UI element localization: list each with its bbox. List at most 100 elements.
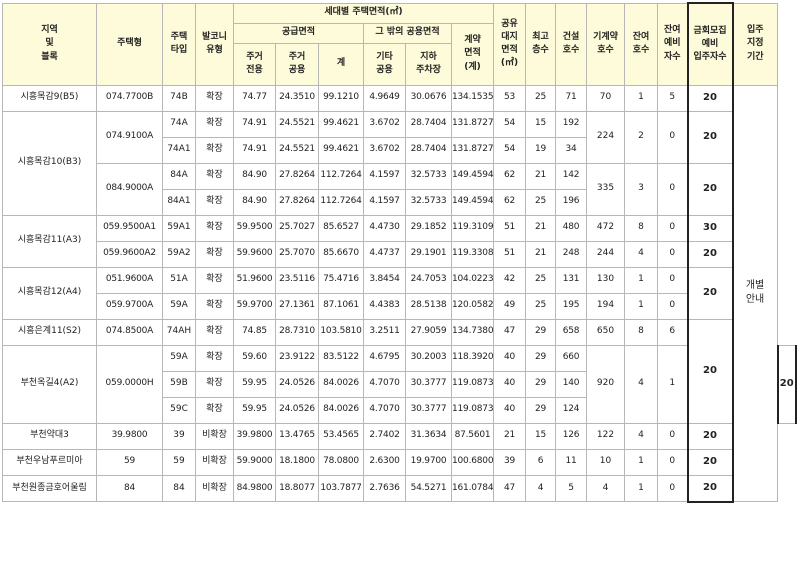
unit-type-cell: 59A	[162, 344, 196, 372]
land-cell: 53	[493, 84, 527, 112]
supply-total-cell: 85.6527	[318, 214, 364, 242]
col-group-area: 세대별 주택면적(㎡)	[232, 2, 495, 24]
recruit-reserve-cell: 20	[686, 422, 734, 450]
parking-cell: 30.3777	[405, 370, 452, 398]
res-common-cell: 18.1800	[275, 448, 319, 476]
region-cell: 부천약대3	[2, 422, 97, 450]
other-common-cell: 4.6795	[363, 344, 406, 372]
res-common-cell: 24.5521	[275, 136, 319, 164]
units-cell: 126	[555, 422, 588, 450]
col-land-share: 공유 대지 면적 (㎡)	[493, 2, 527, 86]
remaining-reserve-cell: 1	[657, 344, 689, 424]
supply-total-cell: 99.4621	[318, 136, 364, 164]
remaining-reserve-cell: 0	[657, 214, 689, 242]
res-common-cell: 27.1361	[275, 292, 319, 320]
supply-total-cell: 75.4716	[318, 266, 364, 294]
land-cell: 51	[493, 214, 527, 242]
other-common-cell: 2.6300	[363, 448, 406, 476]
res-common-cell: 23.5116	[275, 266, 319, 294]
col-group-supply: 공급면적	[233, 22, 364, 44]
remaining-reserve-cell: 0	[657, 292, 689, 320]
col-top-floor: 최고 층수	[525, 2, 557, 86]
remaining-units-cell: 1	[624, 474, 659, 502]
remaining-units-cell: 4	[624, 344, 659, 424]
unit-type-cell: 59A2	[162, 240, 196, 268]
table-row: 부천옥길4(A2) 059.0000H 59A 확장 59.60 23.9122 83.51…	[2, 344, 798, 424]
col-supply-total: 계	[318, 42, 364, 86]
recruit-reserve-cell: 30	[686, 214, 734, 242]
balcony-cell: 확장	[195, 370, 234, 398]
exclusive-cell: 59.9000	[233, 448, 276, 476]
housing-type-cell: 059.9500A1	[96, 214, 163, 242]
unit-type-cell: 59A	[162, 292, 196, 320]
remaining-reserve-cell: 0	[657, 240, 689, 268]
parking-cell: 32.5733	[405, 188, 452, 216]
units-cell: 660	[555, 344, 588, 372]
col-recruit-reserve: 금회모집 예비 입주자수	[686, 2, 734, 86]
balcony-cell: 비확장	[195, 422, 234, 450]
floors-cell: 15	[525, 422, 557, 450]
parking-cell: 30.2003	[405, 344, 452, 372]
remaining-units-cell: 4	[624, 422, 659, 450]
table-header: 지역 및 블록 주택형 주택 타입 발코니 유형 세대별 주택면적(㎡) 공유 …	[2, 2, 797, 86]
supply-total-cell: 84.0026	[318, 370, 364, 398]
exclusive-cell: 84.90	[233, 162, 276, 190]
balcony-cell: 확장	[195, 110, 234, 138]
col-existing-contract: 기계약 호수	[586, 2, 626, 86]
parking-cell: 30.0676	[405, 84, 452, 112]
remaining-reserve-cell: 0	[657, 474, 689, 502]
balcony-cell: 비확장	[195, 474, 234, 502]
parking-cell: 28.7404	[405, 136, 452, 164]
land-cell: 40	[493, 344, 527, 372]
unit-type-cell: 59C	[162, 396, 196, 424]
contract-cell: 149.4594	[450, 188, 495, 216]
land-cell: 47	[493, 318, 527, 346]
housing-type-cell: 059.9700A	[96, 292, 163, 320]
other-common-cell: 3.8454	[363, 266, 406, 294]
floors-cell: 19	[525, 136, 557, 164]
contract-cell: 161.0784	[450, 474, 495, 502]
region-cell: 시흥목감11(A3)	[2, 214, 97, 268]
unit-type-cell: 74B	[162, 84, 196, 112]
other-common-cell: 3.6702	[363, 110, 406, 138]
supply-total-cell: 103.7877	[318, 474, 364, 502]
units-cell: 71	[555, 84, 588, 112]
supply-total-cell: 103.5810	[318, 318, 364, 346]
units-cell: 34	[555, 136, 588, 164]
res-common-cell: 24.0526	[275, 370, 319, 398]
balcony-cell: 확장	[195, 188, 234, 216]
floors-cell: 6	[525, 448, 557, 476]
contract-cell: 87.5601	[450, 422, 495, 450]
housing-type-cell: 074.9100A	[96, 110, 163, 164]
balcony-cell: 확장	[195, 318, 234, 346]
supply-total-cell: 85.6670	[318, 240, 364, 268]
supply-total-cell: 87.1061	[318, 292, 364, 320]
col-exclusive: 주거 전용	[233, 42, 276, 86]
land-cell: 62	[493, 162, 527, 190]
land-cell: 54	[493, 110, 527, 138]
exclusive-cell: 74.91	[233, 110, 276, 138]
other-common-cell: 4.4383	[363, 292, 406, 320]
supply-total-cell: 84.0026	[318, 396, 364, 424]
col-other-common: 기타 공용	[363, 42, 406, 86]
recruit-reserve-cell: 20	[686, 84, 734, 112]
col-unit-type: 주택 타입	[162, 2, 196, 86]
unit-type-cell: 84	[162, 474, 196, 502]
contract-cell: 131.8727	[450, 110, 495, 138]
supply-total-cell: 99.4621	[318, 110, 364, 138]
unit-type-cell: 51A	[162, 266, 196, 294]
res-common-cell: 18.8077	[275, 474, 319, 502]
floors-cell: 25	[525, 292, 557, 320]
exclusive-cell: 59.60	[233, 344, 276, 372]
floors-cell: 4	[525, 474, 557, 502]
parking-cell: 29.1901	[405, 240, 452, 268]
other-common-cell: 4.9649	[363, 84, 406, 112]
exclusive-cell: 39.9800	[233, 422, 276, 450]
balcony-cell: 확장	[195, 292, 234, 320]
unit-type-cell: 84A	[162, 162, 196, 190]
balcony-cell: 비확장	[195, 448, 234, 476]
contract-cell: 134.1535	[450, 84, 495, 112]
recruit-reserve-cell: 20	[686, 318, 734, 424]
remaining-reserve-cell: 0	[657, 162, 689, 216]
existing-contract-cell: 244	[586, 240, 626, 268]
